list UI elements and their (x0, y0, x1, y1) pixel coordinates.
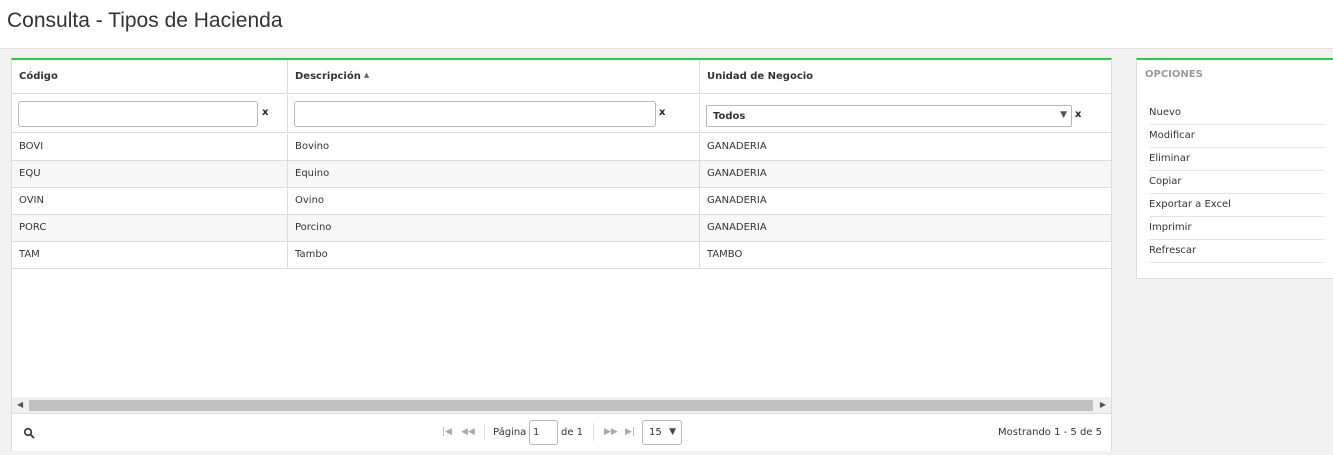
cell-codigo: PORC (12, 215, 288, 241)
page-size-value: 15 (649, 427, 662, 438)
page-label: Página (493, 427, 527, 438)
filter-select-value: Todos (713, 111, 746, 122)
cell-codigo: EQU (12, 161, 288, 187)
cell-codigo: TAM (12, 242, 288, 268)
options-panel: OPCIONES Nuevo Modificar Eliminar Copiar… (1136, 58, 1333, 279)
option-eliminar[interactable]: Eliminar (1149, 148, 1325, 171)
filter-input-descripcion[interactable] (294, 101, 656, 127)
cell-descripcion: Porcino (288, 215, 700, 241)
filter-cell-descripcion: x (288, 95, 700, 133)
option-refrescar[interactable]: Refrescar (1149, 240, 1325, 263)
first-page-icon[interactable]: |◀ (442, 427, 452, 437)
page-header: Consulta - Tipos de Hacienda (0, 0, 1333, 49)
filter-cell-codigo: x (12, 95, 288, 133)
cell-unidad: GANADERIA (707, 195, 767, 206)
pager: |◀ ◀◀ Página de 1 ▶▶ ▶| 15 ▼ Mostrando 1… (12, 413, 1111, 451)
clear-filter-descripcion-button[interactable]: x (659, 107, 665, 118)
page-total-label: de 1 (561, 427, 584, 438)
pager-info: Mostrando 1 - 5 de 5 (997, 427, 1102, 438)
scroll-left-icon[interactable]: ◀ (17, 400, 23, 409)
data-grid: Código Descripción ▲ Unidad de Negocio x … (11, 58, 1112, 451)
cell-unidad: GANADERIA (707, 141, 767, 152)
pager-divider (593, 423, 594, 441)
table-row[interactable]: PORC Porcino GANADERIA (12, 215, 1111, 242)
clear-filter-codigo-button[interactable]: x (262, 107, 268, 118)
cell-descripcion: Ovino (288, 188, 700, 214)
dropdown-arrow-icon: ▼ (669, 427, 676, 437)
cell-descripcion: Bovino (288, 134, 700, 160)
column-header-label: Código (19, 71, 58, 82)
cell-descripcion: Equino (288, 161, 700, 187)
options-title: OPCIONES (1145, 69, 1203, 80)
column-header-descripcion[interactable]: Descripción ▲ (288, 60, 700, 94)
filter-cell-unidad: Todos ▼ x (700, 95, 1111, 133)
column-header-codigo[interactable]: Código (12, 60, 288, 94)
dropdown-arrow-icon: ▼ (1060, 110, 1067, 120)
scroll-right-icon[interactable]: ▶ (1100, 400, 1106, 409)
next-page-icon[interactable]: ▶▶ (604, 427, 618, 437)
horizontal-scrollbar[interactable]: ◀ ▶ (12, 397, 1111, 413)
table-row[interactable]: OVIN Ovino GANADERIA (12, 188, 1111, 215)
table-row[interactable]: BOVI Bovino GANADERIA (12, 134, 1111, 161)
option-copiar[interactable]: Copiar (1149, 171, 1325, 194)
table-row[interactable]: TAM Tambo TAMBO (12, 242, 1111, 269)
filter-select-unidad[interactable]: Todos ▼ (706, 105, 1072, 127)
last-page-icon[interactable]: ▶| (625, 427, 635, 437)
options-list: Nuevo Modificar Eliminar Copiar Exportar… (1149, 102, 1325, 263)
filter-row: x x Todos ▼ x (12, 95, 1111, 133)
scrollbar-thumb[interactable] (29, 400, 1093, 411)
column-header-unidad-negocio[interactable]: Unidad de Negocio (700, 60, 1111, 94)
table-row[interactable]: EQU Equino GANADERIA (12, 161, 1111, 188)
column-header-label: Unidad de Negocio (707, 71, 814, 82)
search-icon[interactable] (23, 427, 35, 439)
option-imprimir[interactable]: Imprimir (1149, 217, 1325, 240)
sort-ascending-icon: ▲ (363, 71, 370, 79)
page-number-input[interactable] (529, 420, 558, 445)
cell-descripcion: Tambo (288, 242, 700, 268)
cell-unidad: GANADERIA (707, 222, 767, 233)
option-exportar-excel[interactable]: Exportar a Excel (1149, 194, 1325, 217)
cell-codigo: BOVI (12, 134, 288, 160)
column-header-label: Descripción (295, 71, 361, 82)
cell-unidad: GANADERIA (707, 168, 767, 179)
option-nuevo[interactable]: Nuevo (1149, 102, 1325, 125)
page-title: Consulta - Tipos de Hacienda (7, 9, 283, 32)
option-modificar[interactable]: Modificar (1149, 125, 1325, 148)
filter-input-codigo[interactable] (18, 101, 258, 127)
cell-unidad: TAMBO (707, 249, 743, 260)
grid-header: Código Descripción ▲ Unidad de Negocio (12, 60, 1111, 94)
page-size-select[interactable]: 15 ▼ (642, 420, 682, 445)
cell-codigo: OVIN (12, 188, 288, 214)
pager-divider (484, 423, 485, 441)
clear-filter-unidad-button[interactable]: x (1075, 109, 1081, 120)
previous-page-icon[interactable]: ◀◀ (461, 427, 475, 437)
